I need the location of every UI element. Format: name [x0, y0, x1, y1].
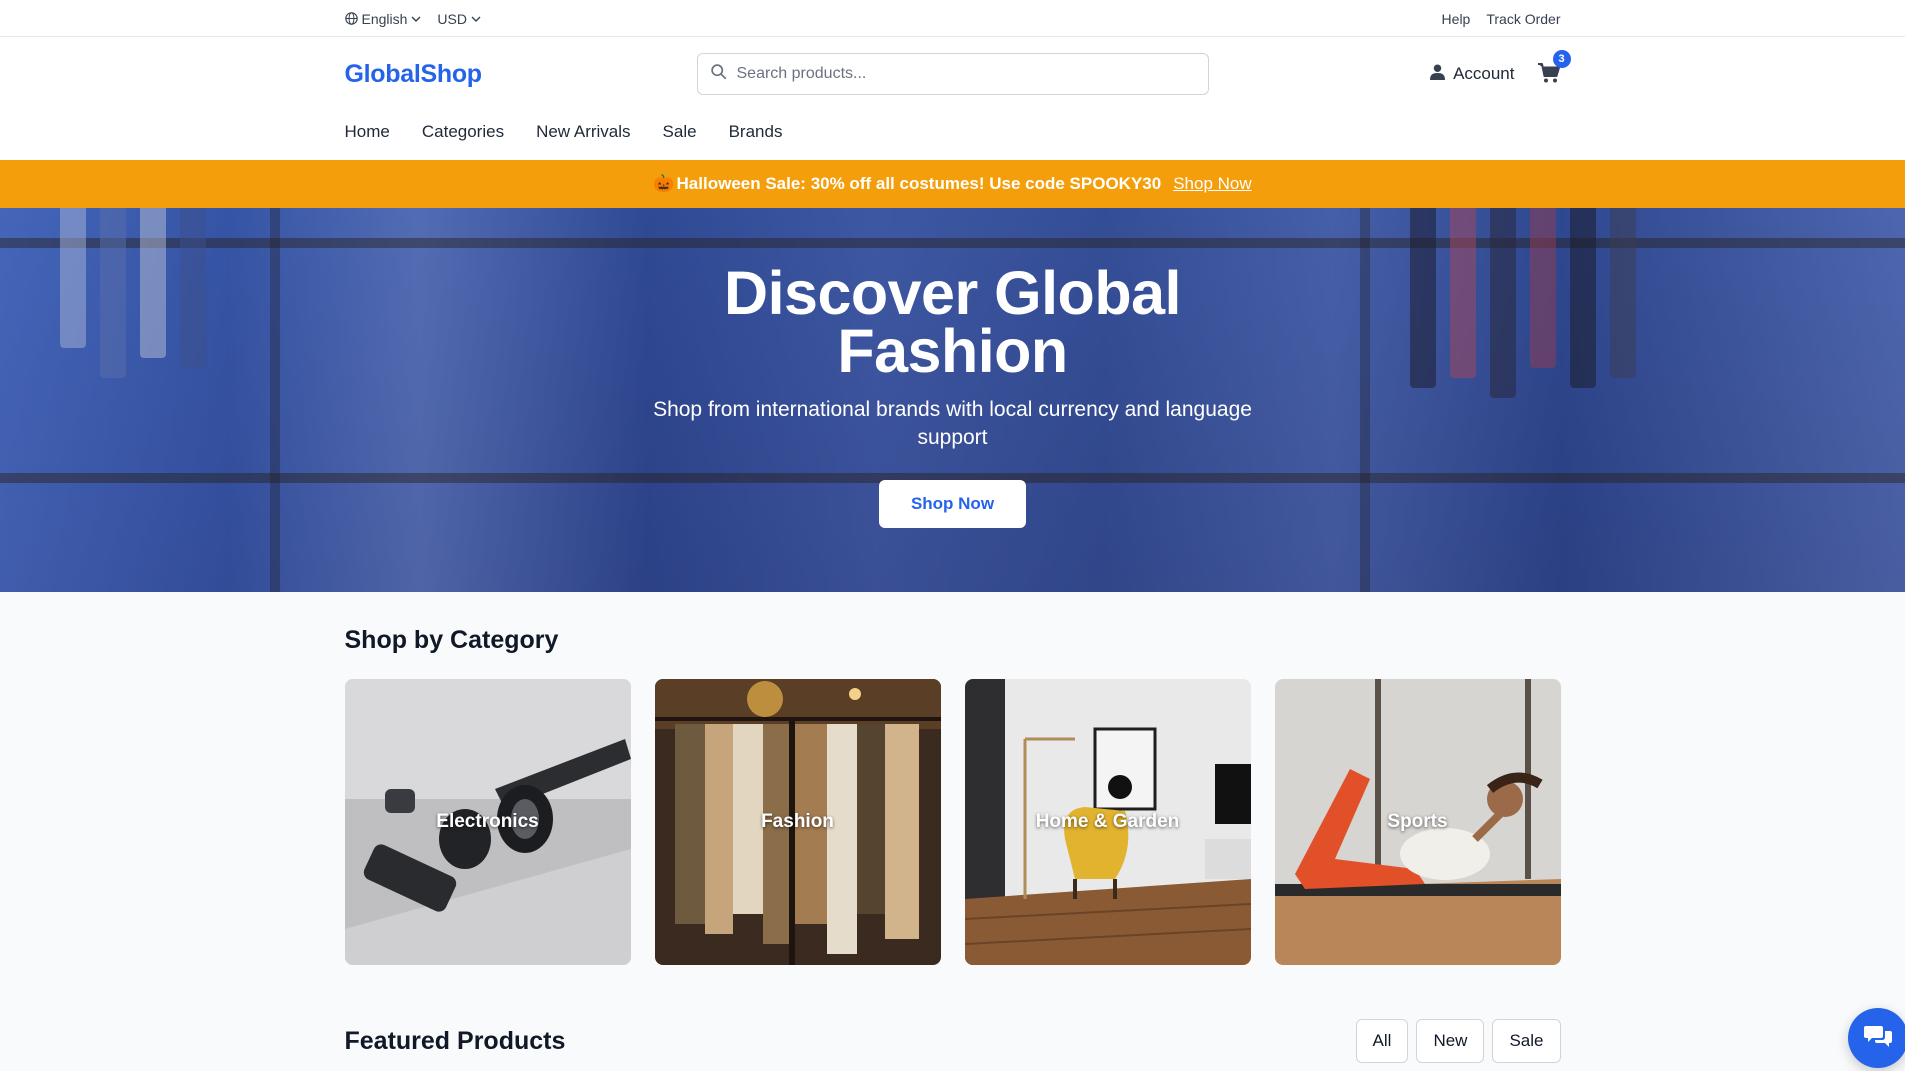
hero-bg-garment — [1570, 208, 1596, 388]
help-link[interactable]: Help — [1442, 11, 1471, 27]
promo-banner: 🎃 Halloween Sale: 30% off all costumes! … — [0, 160, 1905, 208]
hero-bg-garment — [60, 208, 86, 348]
cart-button[interactable]: 3 — [1537, 50, 1571, 88]
hero-bg-garment — [1450, 208, 1476, 378]
track-order-link[interactable]: Track Order — [1486, 11, 1560, 27]
nav-sale[interactable]: Sale — [663, 122, 697, 142]
category-section: Shop by Category Electronics Fashion Hom… — [344, 592, 1561, 1063]
account-label: Account — [1453, 64, 1515, 83]
featured-header: Featured Products All New Sale — [345, 1019, 1561, 1063]
category-label: Electronics — [436, 811, 539, 832]
cart-icon — [1537, 63, 1561, 88]
category-section-title: Shop by Category — [344, 626, 559, 654]
category-card-fashion[interactable]: Fashion — [654, 679, 941, 965]
account-button[interactable]: Account — [1430, 64, 1515, 85]
chat-icon — [1864, 1024, 1892, 1053]
category-label: Fashion — [761, 811, 834, 832]
hero-bg-garment — [1530, 208, 1556, 368]
hero-bg-garment — [180, 208, 206, 368]
nav-brands[interactable]: Brands — [729, 122, 783, 142]
category-card-electronics[interactable]: Electronics — [344, 679, 631, 965]
promo-shop-now-link[interactable]: Shop Now — [1173, 174, 1251, 194]
chevron-down-icon — [471, 14, 481, 24]
category-label: Home & Garden — [1035, 811, 1180, 832]
product-filter-group: All New Sale — [1355, 1019, 1561, 1063]
main-nav: Home Categories New Arrivals Sale Brands — [345, 111, 1561, 160]
search-bar[interactable] — [696, 53, 1209, 95]
category-label: Sports — [1387, 811, 1448, 832]
utility-bar: English USD Help Track Order — [0, 0, 1905, 37]
hero-bg-garment — [100, 208, 126, 378]
chevron-down-icon — [411, 14, 421, 24]
promo-text: Halloween Sale: 30% off all costumes! Us… — [676, 174, 1162, 193]
filter-sale-button[interactable]: Sale — [1492, 1019, 1561, 1063]
featured-section-title: Featured Products — [344, 1026, 566, 1055]
nav-new-arrivals[interactable]: New Arrivals — [536, 122, 630, 142]
filter-all-button[interactable]: All — [1355, 1019, 1409, 1063]
site-header: GlobalShop Account 3 — [0, 37, 1905, 160]
currency-selector[interactable]: USD — [437, 11, 481, 27]
cart-count-badge: 3 — [1552, 50, 1571, 68]
hero-title: Discover Global Fashion — [724, 259, 1181, 385]
hero-bg-garment — [1410, 208, 1436, 388]
hero-subtitle: Shop from international brands with loca… — [653, 398, 1252, 449]
hero-bg-garment — [1490, 208, 1516, 398]
hero-bg-rack — [270, 208, 280, 592]
hero-bg-garment — [1610, 208, 1636, 378]
site-logo[interactable]: GlobalShop — [345, 60, 545, 89]
category-card-sports[interactable]: Sports — [1274, 679, 1561, 965]
hero-shop-now-button[interactable]: Shop Now — [878, 480, 1027, 528]
category-card-home-garden[interactable]: Home & Garden — [964, 679, 1251, 965]
filter-new-button[interactable]: New — [1416, 1019, 1485, 1063]
nav-home[interactable]: Home — [345, 122, 390, 142]
language-selector[interactable]: English — [344, 10, 422, 27]
chat-widget-button[interactable] — [1848, 1008, 1905, 1068]
user-icon — [1430, 64, 1446, 85]
hero-banner: Discover Global Fashion Shop from intern… — [0, 208, 1905, 592]
language-label: English — [361, 10, 408, 27]
search-icon — [710, 63, 727, 85]
nav-categories[interactable]: Categories — [422, 122, 504, 142]
hero-bg-garment — [140, 208, 166, 358]
pumpkin-icon: 🎃 — [653, 174, 675, 193]
globe-icon — [344, 12, 358, 25]
hero-bg-rack — [1360, 208, 1370, 592]
currency-label: USD — [437, 10, 467, 27]
search-input[interactable] — [736, 65, 1208, 83]
